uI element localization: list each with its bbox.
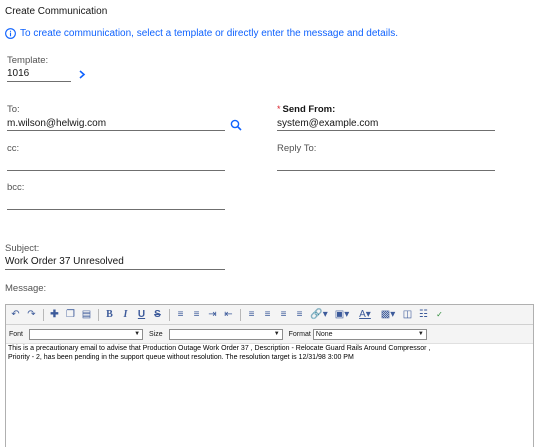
strikethrough-icon[interactable]: S xyxy=(150,307,165,322)
send-from-input[interactable]: system@example.com xyxy=(277,118,495,129)
undo-icon[interactable]: ↶ xyxy=(8,307,23,322)
underline-icon[interactable]: U xyxy=(134,307,149,322)
justify-icon[interactable]: ≡ xyxy=(292,307,307,322)
link-icon[interactable]: 🔗▾ xyxy=(308,307,330,322)
italic-icon[interactable]: I xyxy=(118,307,133,322)
chevron-down-icon: ▼ xyxy=(134,331,141,337)
to-label: To: xyxy=(7,104,20,115)
required-indicator: * xyxy=(277,104,281,114)
toolbar-divider xyxy=(98,308,99,321)
bold-icon[interactable]: B xyxy=(102,307,117,322)
preview-icon[interactable]: ☷ xyxy=(416,307,431,322)
to-underline xyxy=(7,130,225,131)
subject-underline xyxy=(5,269,225,270)
toolbar-divider xyxy=(240,308,241,321)
editor-toolbar: ↶ ↷ ✚ ❐ ▤ B I U S ≡ ≡ ⇥ ⇤ ≡ ≡ ≡ ≡ 🔗▾ ▣▾ … xyxy=(6,305,533,325)
info-text: To create communication, select a templa… xyxy=(20,28,398,39)
message-body[interactable]: This is a precautionary email to advise … xyxy=(6,344,480,363)
format-select[interactable]: None ▼ xyxy=(312,328,427,340)
reply-to-input[interactable] xyxy=(277,158,495,170)
send-from-label-text: Send From: xyxy=(282,104,336,115)
align-center-icon[interactable]: ≡ xyxy=(260,307,275,322)
align-left-icon[interactable]: ≡ xyxy=(244,307,259,322)
redo-icon[interactable]: ↷ xyxy=(24,307,39,322)
subject-input[interactable]: Work Order 37 Unresolved xyxy=(5,256,225,267)
reply-to-label: Reply To: xyxy=(277,143,317,154)
message-body-line: This is a precautionary email to advise … xyxy=(8,345,431,352)
search-icon[interactable] xyxy=(230,119,242,131)
bcc-underline xyxy=(7,209,225,210)
bcc-label: bcc: xyxy=(7,182,25,193)
image-icon[interactable]: ▣▾ xyxy=(331,307,353,322)
source-icon[interactable]: ◫ xyxy=(400,307,415,322)
template-input[interactable]: 1016 xyxy=(7,68,71,79)
template-underline xyxy=(7,81,71,82)
chevron-down-icon: ▼ xyxy=(273,331,280,337)
info-message: To create communication, select a templa… xyxy=(5,28,398,39)
rich-text-editor: ↶ ↷ ✚ ❐ ▤ B I U S ≡ ≡ ⇥ ⇤ ≡ ≡ ≡ ≡ 🔗▾ ▣▾ … xyxy=(5,304,534,447)
message-label: Message: xyxy=(5,283,47,294)
send-from-underline xyxy=(277,130,495,131)
cc-label: cc: xyxy=(7,143,20,154)
spellcheck-icon[interactable]: ✓ xyxy=(432,307,447,322)
message-body-line: Priority - 2, has been pending in the su… xyxy=(8,353,354,361)
format-select-value: None xyxy=(315,330,333,338)
paste-icon[interactable]: ▤ xyxy=(79,307,94,322)
highlight-color-icon[interactable]: ▩▾ xyxy=(377,307,399,322)
unordered-list-icon[interactable]: ≡ xyxy=(189,307,204,322)
font-color-icon[interactable]: A▾ xyxy=(354,307,376,322)
to-input[interactable]: m.wilson@helwig.com xyxy=(7,118,225,129)
send-from-label: * Send From: xyxy=(277,104,335,115)
size-label: Size xyxy=(149,330,163,338)
bcc-input[interactable] xyxy=(7,197,225,209)
font-select[interactable]: ▼ xyxy=(29,328,144,340)
editor-font-row: Font ▼ Size ▼ Format None ▼ xyxy=(6,325,533,344)
subject-label: Subject: xyxy=(5,243,40,254)
outdent-icon[interactable]: ⇤ xyxy=(221,307,236,322)
font-label: Font xyxy=(9,330,24,338)
insert-icon[interactable]: ✚ xyxy=(47,307,62,322)
chevron-down-icon: ▼ xyxy=(417,331,424,337)
format-label: Format xyxy=(288,330,311,338)
template-label: Template: xyxy=(7,55,49,66)
cc-underline xyxy=(7,170,225,171)
copy-icon[interactable]: ❐ xyxy=(63,307,78,322)
indent-icon[interactable]: ⇥ xyxy=(205,307,220,322)
info-icon xyxy=(5,28,16,39)
toolbar-divider xyxy=(43,308,44,321)
cc-input[interactable] xyxy=(7,158,225,170)
align-right-icon[interactable]: ≡ xyxy=(276,307,291,322)
page-title: Create Communication xyxy=(5,6,108,17)
toolbar-divider xyxy=(169,308,170,321)
chevron-right-icon[interactable] xyxy=(78,70,86,79)
ordered-list-icon[interactable]: ≡ xyxy=(173,307,188,322)
reply-to-underline xyxy=(277,170,495,171)
size-select[interactable]: ▼ xyxy=(168,328,283,340)
